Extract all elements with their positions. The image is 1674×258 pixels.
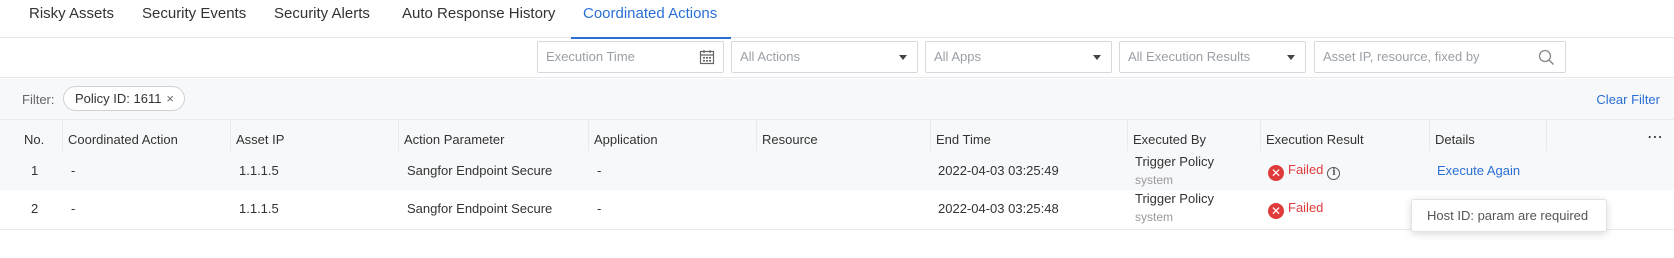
row-asset-ip: 1.1.1.5 [239,201,279,216]
row-executed-by-sub: system [1135,210,1174,224]
apps-select-value: All Apps [934,49,981,64]
row-asset-ip: 1.1.1.5 [239,163,279,178]
actions-select[interactable]: All Actions [731,41,918,73]
filter-bar: Filter: Policy ID: 1611 × Clear Filter [0,79,1674,119]
tab-security-events[interactable]: Security Events [142,0,246,38]
row-end-time: 2022-04-03 03:25:49 [938,163,1059,178]
chevron-down-icon [1287,55,1295,60]
tab-bar: Risky Assets Security Events Security Al… [0,0,1674,39]
search-input[interactable]: Asset IP, resource, fixed by [1314,41,1566,73]
execution-results-select-value: All Execution Results [1128,49,1251,64]
row-execution-result: ✕ Failed [1268,200,1323,219]
clear-filter-link[interactable]: Clear Filter [1596,92,1660,107]
chevron-down-icon [1093,55,1101,60]
row-executed-by: Trigger Policy [1135,191,1214,206]
filter-chip-label: Policy ID: 1611 [75,91,162,106]
table-row: 1 - 1.1.1.5 Sangfor Endpoint Secure - 20… [0,151,1674,191]
row-coordinated-action: - [71,163,76,178]
execute-again-link[interactable]: Execute Again [1437,163,1520,178]
result-status: Failed [1288,162,1324,177]
calendar-icon [699,50,715,65]
tab-security-alerts[interactable]: Security Alerts [274,0,370,38]
row-action-parameter: Sangfor Endpoint Secure [407,163,553,178]
toolbar: Execution Time All Actions All Apps All … [0,38,1674,78]
search-placeholder: Asset IP, resource, fixed by [1323,49,1480,64]
filter-chip-policy[interactable]: Policy ID: 1611 × [63,86,185,111]
tab-coordinated-actions[interactable]: Coordinated Actions [570,0,732,39]
execution-time-picker[interactable]: Execution Time [537,41,724,73]
search-icon[interactable] [1538,49,1555,66]
row-action-parameter: Sangfor Endpoint Secure [407,201,553,216]
execution-time-placeholder: Execution Time [546,49,635,64]
result-status: Failed [1288,200,1324,215]
row-end-time: 2022-04-03 03:25:48 [938,201,1059,216]
actions-select-value: All Actions [740,49,800,64]
row-no: 1 [31,163,39,178]
row-no: 2 [31,201,39,216]
error-icon: ✕ [1268,165,1284,181]
row-application: - [597,201,602,216]
apps-select[interactable]: All Apps [925,41,1112,73]
info-icon[interactable]: i [1327,167,1341,180]
row-application: - [597,163,602,178]
row-execution-result: ✕ Failed i [1268,162,1341,181]
row-executed-by: Trigger Policy [1135,154,1214,169]
row-executed-by-sub: system [1135,173,1174,187]
error-icon: ✕ [1268,203,1284,219]
row-coordinated-action: - [71,201,76,216]
execution-results-select[interactable]: All Execution Results [1119,41,1306,73]
tab-risky-assets[interactable]: Risky Assets [29,0,114,38]
error-tooltip: Host ID: param are required [1411,199,1607,232]
chevron-down-icon [899,55,907,60]
tab-auto-response-history[interactable]: Auto Response History [402,0,555,38]
filter-label: Filter: [22,92,55,107]
close-icon[interactable]: × [166,87,174,110]
